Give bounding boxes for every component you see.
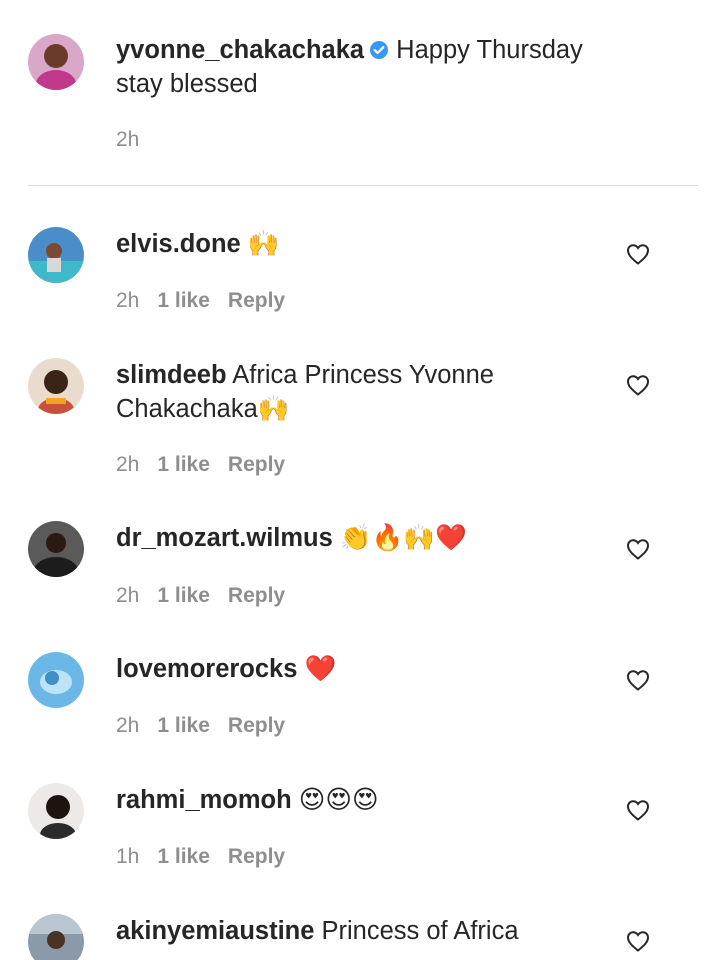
timestamp: 2h: [116, 289, 140, 312]
divider: [28, 185, 698, 186]
username[interactable]: slimdeeb: [116, 361, 227, 389]
reply-button[interactable]: Reply: [228, 289, 285, 312]
like-heart-icon[interactable]: [626, 799, 650, 821]
like-heart-icon[interactable]: [626, 669, 650, 691]
comment-text-block: akinyemiaustine Princess of Africa: [116, 914, 616, 948]
reply-button[interactable]: Reply: [228, 845, 285, 868]
like-heart-icon[interactable]: [626, 930, 650, 952]
comment-text-block: elvis.done 🙌: [116, 227, 616, 261]
avatar-image: [28, 914, 84, 960]
username[interactable]: yvonne_chakachaka: [116, 36, 364, 64]
comment-text-block: dr_mozart.wilmus 👏🔥🙌❤️: [116, 521, 616, 555]
avatar-image: [28, 521, 84, 577]
comment-meta: 2h 1 like Reply: [116, 451, 303, 479]
avatar-image: [28, 34, 84, 90]
reply-button[interactable]: Reply: [228, 714, 285, 737]
comment-meta: 2h 1 like Reply: [116, 287, 303, 315]
comment-text: 👏🔥🙌❤️: [339, 523, 467, 553]
likes-count[interactable]: 1 like: [157, 289, 210, 312]
username[interactable]: lovemorerocks: [116, 655, 297, 683]
comment-meta: 1h 1 like Reply: [116, 843, 303, 871]
avatar[interactable]: [28, 652, 84, 708]
comment-meta: 2h 1 like Reply: [116, 712, 303, 740]
avatar-image: [28, 358, 84, 414]
timestamp: 2h: [116, 453, 140, 476]
timestamp: 2h: [116, 584, 140, 607]
comment-text-block: lovemorerocks ❤️: [116, 652, 616, 686]
timestamp: 2h: [116, 128, 140, 151]
likes-count[interactable]: 1 like: [157, 453, 210, 476]
avatar-image: [28, 652, 84, 708]
comment-text: 😍😍😍: [298, 785, 379, 815]
comment-meta: 2h: [116, 126, 157, 154]
avatar[interactable]: [28, 34, 84, 90]
verified-badge-icon: [370, 41, 389, 59]
comment-text: Princess of Africa: [321, 917, 519, 945]
comment-text-block: rahmi_momoh 😍😍😍: [116, 783, 616, 817]
username[interactable]: elvis.done: [116, 230, 241, 258]
avatar-image: [28, 783, 84, 839]
timestamp: 1h: [116, 845, 140, 868]
post-caption: yvonne_chakachaka Happy Thursday stay bl…: [0, 0, 720, 186]
likes-count[interactable]: 1 like: [157, 584, 210, 607]
comment-text: ❤️: [304, 654, 337, 684]
reply-button[interactable]: Reply: [228, 453, 285, 476]
username[interactable]: dr_mozart.wilmus: [116, 524, 333, 552]
comment-text: 🙌: [247, 229, 280, 259]
avatar[interactable]: [28, 914, 84, 960]
comment-text-block: slimdeeb Africa Princess Yvonne Chakacha…: [116, 358, 616, 426]
avatar[interactable]: [28, 227, 84, 283]
avatar[interactable]: [28, 358, 84, 414]
avatar-image: [28, 227, 84, 283]
username[interactable]: akinyemiaustine: [116, 917, 314, 945]
comment-meta: 2h 1 like Reply: [116, 582, 303, 610]
like-heart-icon[interactable]: [626, 538, 650, 560]
timestamp: 2h: [116, 714, 140, 737]
reply-button[interactable]: Reply: [228, 584, 285, 607]
avatar[interactable]: [28, 783, 84, 839]
likes-count[interactable]: 1 like: [157, 714, 210, 737]
username[interactable]: rahmi_momoh: [116, 786, 292, 814]
like-heart-icon[interactable]: [626, 374, 650, 396]
avatar[interactable]: [28, 521, 84, 577]
caption-text-block: yvonne_chakachaka Happy Thursday stay bl…: [116, 33, 616, 101]
likes-count[interactable]: 1 like: [157, 845, 210, 868]
like-heart-icon[interactable]: [626, 243, 650, 265]
